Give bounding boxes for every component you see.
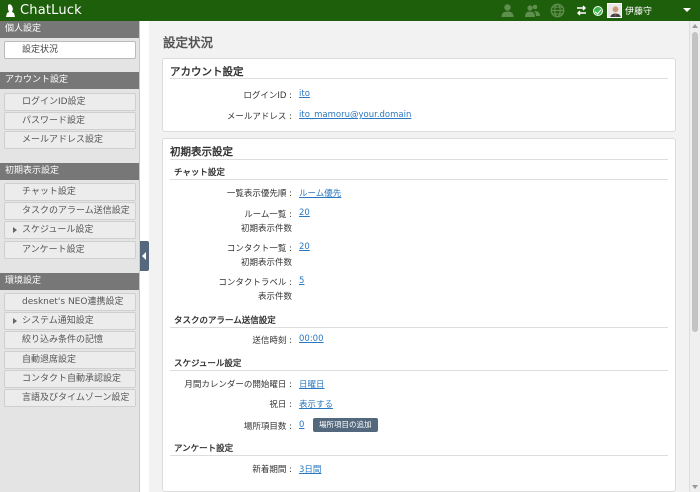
sidebar-item-filter-memory[interactable]: 絞り込み条件の記憶 — [4, 331, 136, 349]
sidebar-section-account: アカウント設定 — [0, 72, 139, 89]
user-menu[interactable]: 伊藤守 — [593, 2, 652, 19]
scroll-down-icon[interactable] — [692, 485, 698, 489]
holiday-label: 祝日 : — [269, 400, 292, 410]
sidebar-collapse-button[interactable] — [140, 241, 149, 271]
sidebar-item-label: 自動退席設定 — [22, 355, 77, 365]
panel-title: アカウント設定 — [170, 66, 244, 78]
chevron-down-icon[interactable] — [683, 8, 691, 12]
room-list-sublabel: 初期表示件数 — [240, 224, 292, 234]
sidebar-item-survey[interactable]: アンケート設定 — [4, 241, 136, 259]
panel-title: 初期表示設定 — [170, 146, 233, 158]
sidebar-item-label: 設定状況 — [22, 45, 59, 55]
chatluck-logo-icon — [6, 3, 15, 17]
sidebar-item-notification[interactable]: システム通知設定 — [4, 312, 136, 330]
scroll-up-icon[interactable] — [692, 24, 698, 28]
add-place-button[interactable]: 場所項目の追加 — [313, 418, 378, 432]
people-icon[interactable] — [525, 3, 540, 18]
online-status-icon — [593, 5, 603, 16]
swap-icon[interactable] — [574, 3, 589, 18]
globe-icon[interactable] — [550, 3, 565, 18]
email-link[interactable]: ito_mamoru@your.domain — [299, 110, 411, 120]
contact-travel-label: コンタクトラベル : — [218, 278, 292, 288]
place-count-label: 場所項目数 : — [243, 422, 292, 432]
week-start-link[interactable]: 日曜日 — [299, 378, 325, 390]
main-content: 設定状況 アカウント設定 ログインID : ito メールアドレス : ito_… — [149, 21, 689, 492]
survey-section-title: アンケート設定 — [174, 444, 234, 454]
avatar — [607, 3, 622, 18]
brand[interactable]: ChatLuck — [5, 2, 82, 19]
initial-display-panel: 初期表示設定 チャット設定 一覧表示優先順 : ルーム優先 ルーム一覧 : 初期… — [162, 138, 676, 492]
divider — [170, 455, 668, 456]
scroll-thumb[interactable] — [692, 32, 698, 332]
new-period-label: 新着期間 : — [252, 465, 292, 475]
chat-section-title: チャット設定 — [174, 168, 225, 178]
brand-name: ChatLuck — [20, 3, 82, 18]
divider — [170, 179, 668, 180]
room-list-label: ルーム一覧 : — [244, 210, 292, 220]
divider — [170, 327, 668, 328]
send-time-label: 送信時刻 : — [252, 336, 292, 346]
order-link[interactable]: ルーム優先 — [299, 187, 341, 199]
sidebar-item-auto-away[interactable]: 自動退席設定 — [4, 351, 136, 369]
page-title: 設定状況 — [163, 35, 214, 50]
top-bar: ChatLuck 伊藤守 — [0, 0, 700, 21]
sidebar-item-login-id[interactable]: ログインID設定 — [4, 93, 136, 111]
person-icon[interactable] — [500, 3, 515, 18]
login-id-label: ログインID : — [243, 91, 292, 101]
place-count-link[interactable]: 0 — [299, 420, 304, 430]
divider — [170, 159, 668, 160]
divider — [170, 370, 668, 371]
schedule-section-title: スケジュール設定 — [174, 359, 242, 369]
sidebar-item-label: 言語及びタイムゾーン設定 — [22, 393, 130, 403]
sidebar-item-label: チャット設定 — [22, 187, 76, 197]
sidebar-item-email[interactable]: メールアドレス設定 — [4, 131, 136, 149]
sidebar-item-label: コンタクト自動承認設定 — [22, 374, 122, 384]
sidebar-item-label: システム通知設定 — [22, 316, 94, 326]
login-id-link[interactable]: ito — [299, 89, 310, 99]
sidebar-section-personal: 個人設定 — [0, 21, 139, 38]
email-label: メールアドレス : — [226, 112, 292, 122]
new-period-link[interactable]: 3日間 — [299, 463, 321, 475]
sidebar-item-neo[interactable]: desknet's NEO連携設定 — [4, 293, 136, 311]
sidebar-item-label: スケジュール設定 — [22, 225, 94, 235]
send-time-link[interactable]: 00:00 — [299, 334, 324, 344]
chevron-right-icon — [13, 318, 17, 324]
contact-list-label: コンタクト一覧 : — [226, 244, 292, 254]
sidebar-item-label: パスワード設定 — [22, 116, 86, 126]
sidebar-item-chat[interactable]: チャット設定 — [4, 183, 136, 201]
scrollbar[interactable] — [689, 21, 700, 492]
sidebar-item-label: ログインID設定 — [22, 97, 86, 107]
room-list-link[interactable]: 20 — [299, 208, 310, 218]
sidebar-item-task-alarm[interactable]: タスクのアラーム送信設定 — [4, 202, 136, 220]
contact-travel-sublabel: 表示件数 — [257, 292, 292, 302]
sidebar-item-language[interactable]: 言語及びタイムゾーン設定 — [4, 389, 136, 407]
sidebar-section-env: 環境設定 — [0, 273, 139, 290]
divider — [170, 78, 668, 79]
contact-list-link[interactable]: 20 — [299, 242, 310, 252]
sidebar-item-password[interactable]: パスワード設定 — [4, 112, 136, 130]
sidebar-item-label: メールアドレス設定 — [22, 135, 104, 145]
contact-travel-link[interactable]: 5 — [299, 276, 304, 286]
sidebar-item-auto-approve[interactable]: コンタクト自動承認設定 — [4, 370, 136, 388]
sidebar-item-schedule[interactable]: スケジュール設定 — [4, 221, 136, 239]
contact-list-sublabel: 初期表示件数 — [240, 258, 292, 268]
sidebar-item-label: desknet's NEO連携設定 — [22, 297, 124, 307]
username: 伊藤守 — [625, 7, 653, 17]
sidebar-item-label: 絞り込み条件の記憶 — [22, 335, 104, 345]
week-start-label: 月間カレンダーの開始曜日 : — [184, 380, 292, 390]
sidebar-item-label: アンケート設定 — [22, 245, 85, 255]
alarm-section-title: タスクのアラーム送信設定 — [174, 316, 276, 326]
holiday-link[interactable]: 表示する — [299, 398, 333, 410]
account-panel: アカウント設定 ログインID : ito メールアドレス : ito_mamor… — [162, 58, 676, 132]
sidebar-item-label: タスクのアラーム送信設定 — [22, 206, 130, 216]
sidebar: 個人設定 設定状況 アカウント設定 ログインID設定 パスワード設定 メールアド… — [0, 21, 140, 492]
chevron-right-icon — [13, 227, 17, 233]
sidebar-item-status[interactable]: 設定状況 — [4, 41, 136, 59]
sidebar-section-initial: 初期表示設定 — [0, 163, 139, 180]
order-label: 一覧表示優先順 : — [226, 189, 292, 199]
